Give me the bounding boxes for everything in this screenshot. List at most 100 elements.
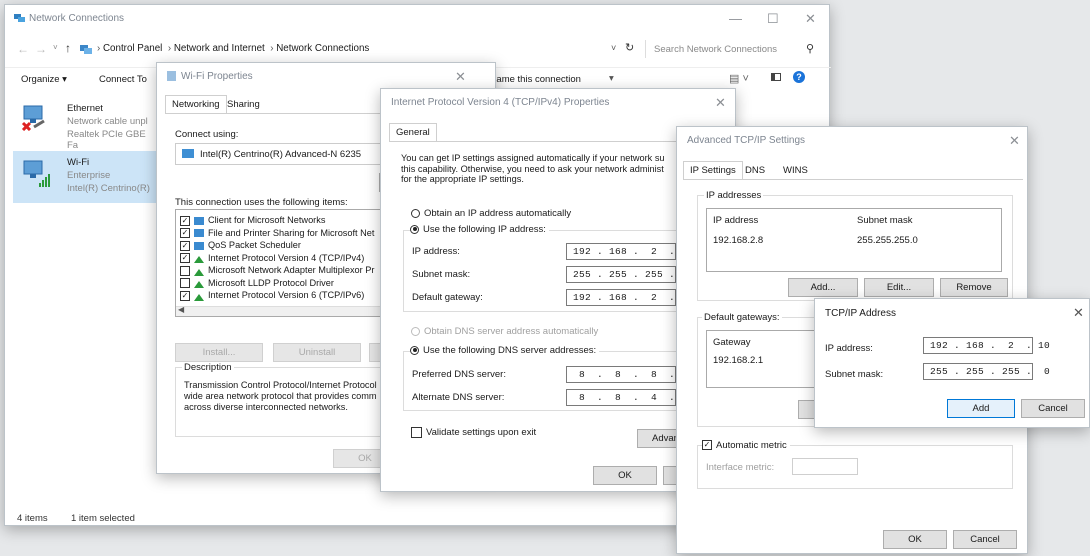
tcpip-mask-label: Subnet mask:	[825, 369, 884, 380]
ip-row-address[interactable]: 192.168.2.8	[713, 235, 763, 246]
wifi-properties-close-button[interactable]: ✕	[455, 69, 466, 85]
breadcrumb[interactable]: › Control Panel › Network and Internet ›…	[97, 43, 369, 54]
tcpip-mask-field[interactable]: 255 . 255 . 255 . 0	[923, 363, 1050, 380]
connect-to-button[interactable]: Connect To	[99, 74, 147, 85]
search-icon[interactable]: ⚲	[806, 42, 814, 55]
checkbox-checked-icon[interactable]: ✓	[180, 253, 190, 264]
mask-column-header: Subnet mask	[857, 215, 913, 226]
more-options-chevron-icon[interactable]: ▾	[609, 73, 614, 84]
alternate-dns-field[interactable]: 8 . 8 . 4 . 4	[566, 389, 693, 406]
metric-group: ✓ Automatic metric Interface metric:	[697, 440, 1013, 489]
ethernet-status: Network cable unpl	[67, 116, 148, 127]
validate-settings-checkbox[interactable]: Validate settings upon exit	[411, 427, 536, 438]
use-following-dns-radio[interactable]: Use the following DNS server addresses:	[410, 345, 600, 356]
obtain-ip-auto-label: Obtain an IP address automatically	[424, 208, 572, 219]
gateway-row[interactable]: 192.168.2.1	[713, 355, 763, 366]
ethernet-adapter-icon	[21, 103, 47, 132]
subnet-mask-field[interactable]: 255 . 255 . 255 . 0	[566, 266, 693, 283]
breadcrumb-network-internet[interactable]: Network and Internet	[174, 43, 265, 54]
use-following-ip-radio[interactable]: Use the following IP address:	[410, 224, 549, 235]
network-adapter-icon	[182, 149, 194, 158]
scroll-left-icon[interactable]: ◀	[178, 305, 184, 314]
checkbox-icon[interactable]	[180, 265, 190, 276]
advanced-title: Advanced TCP/IP Settings	[687, 135, 806, 146]
ethernet-adapter-name: Realtek PCIe GBE Fa	[67, 129, 146, 151]
checkbox-checked-icon[interactable]: ✓	[180, 215, 190, 226]
checkbox-checked-icon[interactable]: ✓	[180, 228, 190, 239]
breadcrumb-network-connections[interactable]: Network Connections	[276, 43, 369, 54]
alternate-dns-label: Alternate DNS server:	[412, 392, 505, 403]
advanced-close-button[interactable]: ✕	[1009, 133, 1020, 149]
automatic-metric-checkbox[interactable]: ✓ Automatic metric	[702, 440, 790, 451]
wifi-properties-titlebar: Wi-Fi Properties ✕	[157, 63, 495, 91]
tab-networking[interactable]: Networking	[165, 95, 227, 114]
help-icon[interactable]: ?	[793, 71, 805, 83]
radio-disabled-icon	[411, 326, 420, 336]
network-item-row[interactable]: ✓ Internet Protocol Version 6 (TCP/IPv6)	[180, 289, 364, 301]
network-item-row[interactable]: Microsoft Network Adapter Multiplexor Pr	[180, 264, 374, 276]
ip-addresses-list[interactable]: IP address Subnet mask 192.168.2.8 255.2…	[706, 208, 1002, 272]
change-view-icon[interactable]: ▤ ˅	[729, 72, 749, 85]
advanced-cancel-button[interactable]: Cancel	[953, 530, 1017, 549]
tab-general[interactable]: General	[389, 123, 437, 142]
address-dropdown-icon[interactable]: ˅	[611, 43, 616, 53]
breadcrumb-control-panel[interactable]: Control Panel	[103, 43, 162, 54]
install-button[interactable]: Install...	[175, 343, 263, 362]
use-following-dns-label: Use the following DNS server addresses:	[423, 345, 597, 356]
automatic-metric-label: Automatic metric	[716, 440, 787, 451]
obtain-ip-auto-radio[interactable]: Obtain an IP address automatically	[411, 208, 571, 219]
tcpip-address-close-button[interactable]: ✕	[1073, 305, 1084, 321]
back-arrow-icon[interactable]: ←	[17, 42, 29, 56]
ip-row-mask[interactable]: 255.255.255.0	[857, 235, 918, 246]
obtain-dns-auto-radio[interactable]: Obtain DNS server address automatically	[411, 326, 598, 337]
refresh-icon[interactable]: ↻	[625, 41, 634, 54]
advanced-titlebar: Advanced TCP/IP Settings ✕	[677, 127, 1027, 155]
forward-arrow-icon[interactable]: →	[35, 42, 47, 56]
ip-address-field[interactable]: 192 . 168 . 2 . 8	[566, 243, 693, 260]
network-item-row[interactable]: Microsoft LLDP Protocol Driver	[180, 277, 334, 289]
network-item-row[interactable]: ✓ Internet Protocol Version 4 (TCP/IPv4)	[180, 252, 364, 264]
checkbox-icon[interactable]	[180, 278, 190, 289]
search-input[interactable]: Search Network Connections ⚲	[645, 40, 822, 58]
minimize-button[interactable]: —	[729, 11, 742, 26]
advanced-ok-button[interactable]: OK	[883, 530, 947, 549]
organize-button[interactable]: Organize ▾	[21, 74, 67, 85]
connection-item-wifi[interactable]: Wi-Fi Enterprise Intel(R) Centrino(R)	[13, 151, 161, 203]
tcpip-add-button[interactable]: Add	[947, 399, 1015, 418]
tab-wins[interactable]: WINS	[777, 162, 814, 180]
ipv4-titlebar: Internet Protocol Version 4 (TCP/IPv4) P…	[381, 89, 735, 117]
ip-add-button[interactable]: Add...	[788, 278, 858, 297]
wifi-properties-title: Wi-Fi Properties	[181, 71, 253, 82]
network-item-row[interactable]: ✓ Client for Microsoft Networks	[180, 214, 325, 226]
ip-edit-button[interactable]: Edit...	[864, 278, 934, 297]
tcpip-ip-label: IP address:	[825, 343, 873, 354]
preferred-dns-field[interactable]: 8 . 8 . 8 . 8	[566, 366, 693, 383]
network-item-label: QoS Packet Scheduler	[208, 240, 301, 250]
tcpip-ip-field[interactable]: 192 . 168 . 2 . 10	[923, 337, 1050, 354]
up-arrow-icon[interactable]: ↑	[65, 41, 71, 55]
connection-item-ethernet[interactable]: Ethernet Network cable unpl Realtek PCIe…	[13, 97, 153, 151]
subnet-mask-label: Subnet mask:	[412, 269, 471, 280]
protocol-icon	[194, 254, 204, 264]
preview-pane-icon[interactable]	[771, 73, 781, 81]
checkbox-icon	[411, 427, 422, 438]
default-gateway-field[interactable]: 192 . 168 . 2 . 1	[566, 289, 693, 306]
network-item-row[interactable]: ✓ File and Printer Sharing for Microsoft …	[180, 227, 374, 239]
network-item-row[interactable]: ✓ QoS Packet Scheduler	[180, 239, 301, 251]
checkbox-checked-icon[interactable]: ✓	[180, 240, 190, 251]
close-button[interactable]: ✕	[805, 11, 816, 27]
description-label: Description	[182, 362, 234, 373]
uninstall-button[interactable]: Uninstall	[273, 343, 361, 362]
tab-ip-settings[interactable]: IP Settings	[683, 161, 743, 180]
tcpip-cancel-button[interactable]: Cancel	[1021, 399, 1085, 418]
interface-metric-field[interactable]	[792, 458, 858, 475]
recent-locations-icon[interactable]: ˅	[53, 43, 58, 52]
maximize-button[interactable]: ☐	[767, 11, 779, 27]
ipv4-ok-button[interactable]: OK	[593, 466, 657, 485]
ip-remove-button[interactable]: Remove	[940, 278, 1008, 297]
ipv4-close-button[interactable]: ✕	[715, 95, 726, 111]
tab-sharing[interactable]: Sharing	[221, 96, 266, 114]
tcpip-address-title: TCP/IP Address	[825, 308, 896, 319]
checkbox-checked-icon[interactable]: ✓	[180, 290, 190, 301]
tab-dns[interactable]: DNS	[739, 162, 771, 180]
